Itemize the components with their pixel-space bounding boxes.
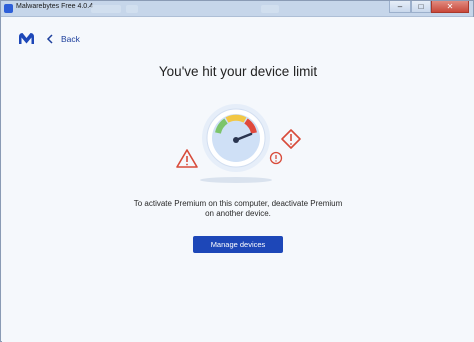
manage-devices-button[interactable]: Manage devices	[193, 236, 283, 253]
main-content: Back You've hit your device limit To act…	[2, 17, 474, 342]
warning-diamond-icon	[281, 129, 301, 149]
app-icon	[4, 4, 13, 13]
warning-circle-icon	[269, 151, 283, 165]
minimize-button[interactable]: –	[389, 1, 411, 13]
page-title: You've hit your device limit	[158, 64, 318, 79]
device-limit-illustration	[176, 104, 301, 183]
speedometer-icon	[202, 104, 270, 172]
malwarebytes-logo	[19, 33, 34, 44]
titlebar-ghost	[261, 5, 279, 13]
message-line-2: on another device.	[205, 209, 271, 218]
window-title: Malwarebytes Free 4.0.4	[16, 3, 94, 10]
title-bar[interactable]: Malwarebytes Free 4.0.4 – □ ✕	[1, 1, 473, 17]
back-label: Back	[61, 34, 80, 44]
titlebar-ghost	[91, 5, 121, 13]
titlebar-ghost	[126, 5, 138, 13]
message-line-1: To activate Premium on this computer, de…	[133, 199, 343, 208]
activation-message: To activate Premium on this computer, de…	[2, 199, 474, 219]
chevron-left-icon	[46, 34, 53, 44]
back-button[interactable]: Back	[45, 32, 80, 46]
app-window: Malwarebytes Free 4.0.4 – □ ✕ Back You'v…	[0, 0, 474, 342]
warning-triangle-icon	[176, 149, 198, 168]
close-button[interactable]: ✕	[431, 1, 469, 13]
gauge-shadow	[200, 177, 272, 183]
maximize-button[interactable]: □	[411, 1, 431, 13]
